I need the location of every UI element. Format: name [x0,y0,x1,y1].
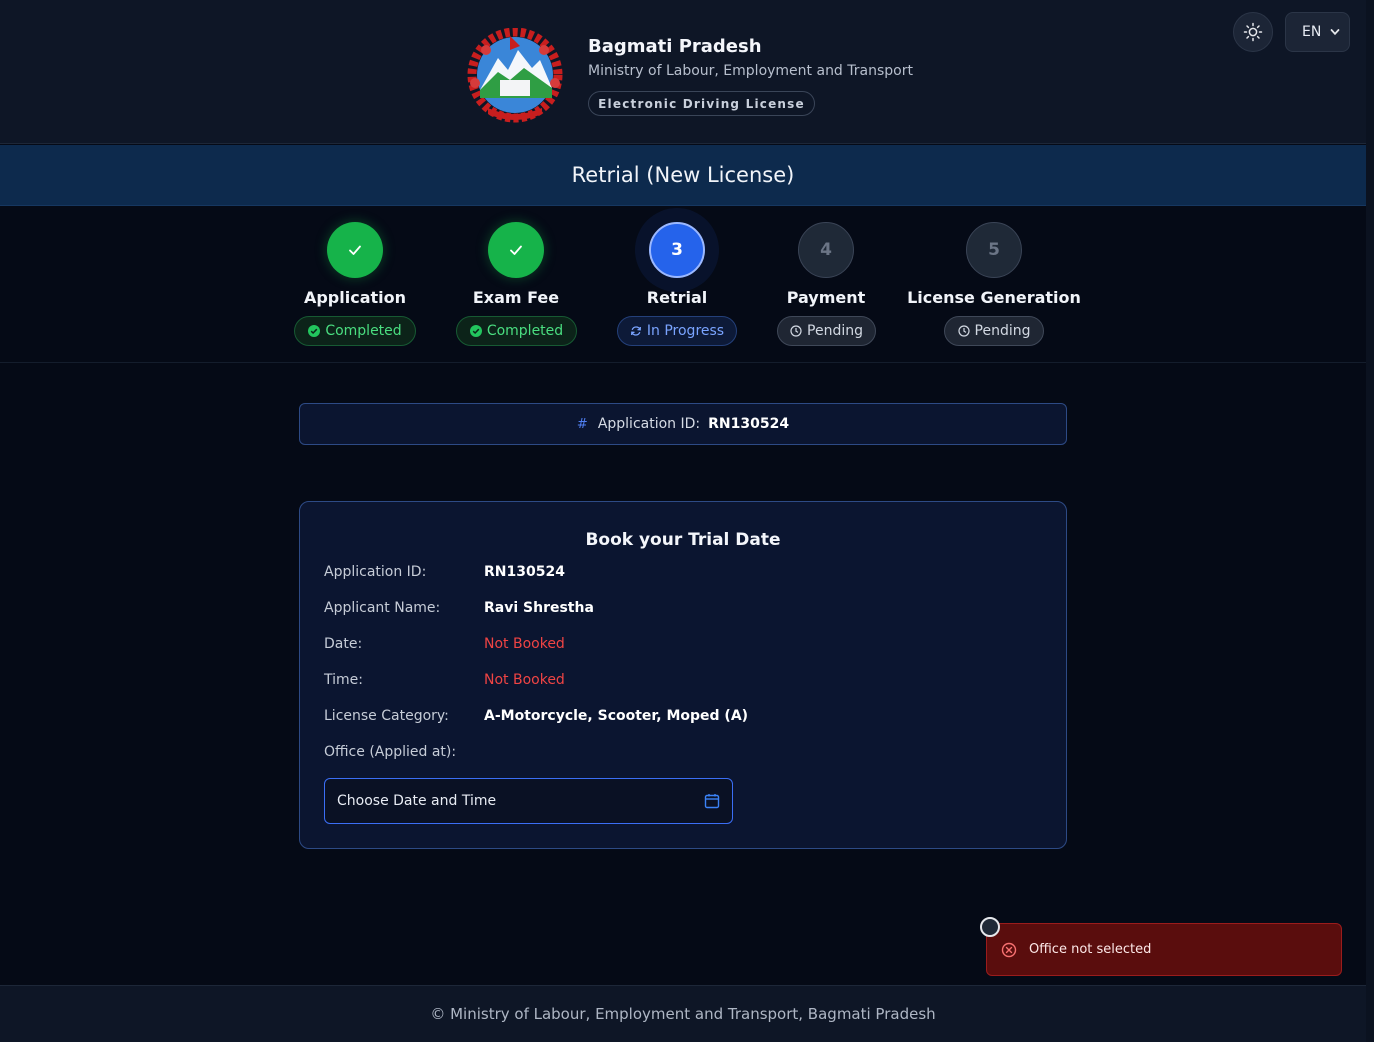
status-text: Pending [974,323,1031,339]
chevron-down-icon [1330,29,1340,36]
step-label: Payment [786,288,866,307]
mouse-cursor [980,917,1000,937]
clock-icon [790,325,802,337]
step-circle: 5 [966,222,1022,278]
hash-icon: # [576,416,588,432]
brand-badge: Electronic Driving License [588,91,815,116]
status-badge: In Progress [617,316,737,346]
nepal-emblem-icon [467,28,563,123]
application-id-label: Application ID: [597,416,701,432]
step-license-generation: 5 License Generation Pending [904,206,1084,363]
page-title: Retrial (New License) [0,145,1366,206]
status-badge: Pending [944,316,1044,346]
card-title: Book your Trial Date [585,530,781,550]
toast-message: Office not selected [1029,942,1152,957]
status-text: Pending [807,323,863,339]
error-circle-icon [1001,942,1017,957]
sun-icon [1243,22,1263,42]
page-scrollbar[interactable] [1366,0,1374,1042]
check-icon [349,245,361,255]
application-id-bar: # Application ID: RN130524 [299,403,1067,445]
status-text: Completed [486,323,564,339]
site-header: Bagmati Pradesh Ministry of Labour, Empl… [0,0,1366,144]
status-text: In Progress [646,323,725,339]
detail-label: Date: [324,636,363,652]
detail-label: Application ID: [324,564,427,580]
trial-booking-card: Book your Trial Date Application ID: RN1… [299,501,1067,849]
detail-label: Office (Applied at): [324,744,457,760]
calendar-icon[interactable] [704,793,720,809]
theme-toggle-button[interactable] [1233,12,1273,52]
detail-value: Not Booked [484,672,565,688]
site-footer: © Ministry of Labour, Employment and Tra… [0,985,1366,1042]
step-circle [488,222,544,278]
detail-label: License Category: [324,708,449,724]
step-circle: 4 [798,222,854,278]
detail-label: Time: [324,672,363,688]
refresh-icon [630,326,641,336]
step-label: Application [303,288,407,307]
date-time-placeholder: Choose Date and Time [337,793,497,809]
check-circle-icon [308,325,321,337]
status-badge: Pending [777,316,876,346]
status-badge: Completed [294,316,416,346]
language-value: EN [1302,24,1322,40]
app-page: Bagmati Pradesh Ministry of Labour, Empl… [0,0,1366,1042]
date-time-picker[interactable]: Choose Date and Time [324,778,733,824]
status-badge: Completed [456,316,577,346]
check-icon [510,245,522,255]
detail-value: Ravi Shrestha [484,600,594,616]
application-id-value: RN130524 [708,416,790,432]
footer-text: © Ministry of Labour, Employment and Tra… [430,1005,936,1023]
brand-subtitle: Ministry of Labour, Employment and Trans… [588,63,913,79]
step-circle [327,222,383,278]
brand-title: Bagmati Pradesh [588,36,762,57]
check-circle-icon [469,325,482,337]
language-select[interactable]: EN [1285,12,1350,52]
progress-stepper: Application Completed Exam Fee Completed… [0,206,1366,363]
step-label: Exam Fee [472,288,560,307]
detail-value: Not Booked [484,636,565,652]
detail-value: A-Motorcycle, Scooter, Moped (A) [484,708,749,724]
status-text: Completed [325,323,402,339]
step-exam-fee: Exam Fee Completed [426,206,606,363]
detail-label: Applicant Name: [324,600,441,616]
clock-icon [957,325,970,337]
detail-value: RN130524 [484,564,565,580]
step-application: Application Completed [265,206,445,363]
step-payment: 4 Payment Pending [736,206,916,363]
error-toast[interactable]: Office not selected [986,923,1342,976]
step-label: License Generation [907,288,1081,307]
step-circle: 3 [649,222,705,278]
